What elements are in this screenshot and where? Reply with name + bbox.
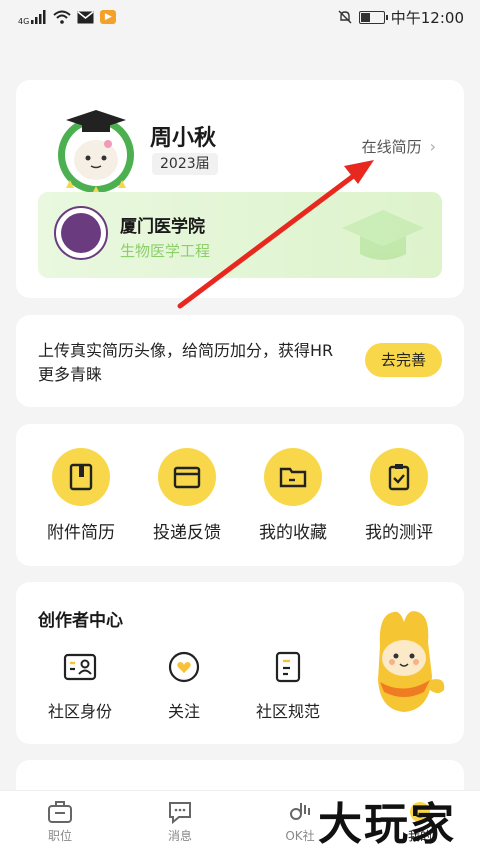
school-logo — [54, 206, 108, 260]
delivery-feedback-icon — [158, 448, 216, 506]
tool-label: 我的测评 — [365, 523, 433, 543]
creator-item-label: 社区身份 — [47, 702, 112, 721]
tool-my-favorites[interactable]: 我的收藏 — [243, 448, 343, 566]
complete-profile-button[interactable]: 去完善 — [364, 343, 442, 377]
clock: 中午12:00 — [390, 8, 464, 27]
briefcase-icon — [48, 801, 72, 823]
wifi-icon — [53, 10, 71, 24]
app-notification-icon: ▶ — [100, 10, 117, 24]
battery-icon — [358, 10, 388, 24]
mute-bell-icon — [338, 10, 352, 24]
creator-center-title: 创作者中心 — [38, 611, 123, 631]
nav-label: OK社 — [285, 829, 315, 843]
user-name: 周小秋 — [150, 126, 217, 151]
upload-photo-tip: 上传真实简历头像，给简历加分，获得HR更多青睐 — [38, 341, 334, 384]
graduation-year-badge: 2023届 — [152, 153, 218, 175]
id-card-icon — [63, 650, 97, 684]
signal-icon — [31, 10, 46, 24]
chat-icon — [169, 802, 191, 824]
mascot-illustration — [378, 611, 445, 712]
tool-my-assessment[interactable]: 我的测评 — [349, 448, 449, 566]
major-name: 生物医学工程 — [120, 242, 211, 260]
school-name: 厦门医学院 — [120, 217, 205, 237]
tool-label: 我的收藏 — [259, 523, 327, 543]
profile-card: 周小秋 2023届 在线简历 › 厦门医学院 生物医学工程 — [16, 80, 464, 298]
tool-label: 投递反馈 — [153, 523, 221, 543]
avatar[interactable] — [46, 100, 146, 200]
network-type: 4G — [18, 16, 30, 26]
nav-label: 职位 — [47, 829, 72, 843]
community-identity-item[interactable]: 社区身份 — [32, 650, 128, 722]
creator-center-card: 创作者中心 社区身份 关注 社区规范 — [16, 582, 464, 744]
mail-icon — [77, 10, 94, 23]
ok-hand-icon — [290, 803, 310, 820]
nav-label: 消息 — [167, 829, 192, 843]
nav-messages[interactable]: 消息 — [120, 791, 240, 853]
document-icon — [271, 650, 305, 684]
graduation-cap-icon — [342, 210, 424, 260]
nav-jobs[interactable]: 职位 — [0, 791, 120, 853]
folder-icon — [264, 448, 322, 506]
heart-icon — [167, 650, 201, 684]
follow-item[interactable]: 关注 — [136, 650, 232, 722]
attachment-resume-icon — [52, 448, 110, 506]
watermark-text: 大玩家 — [318, 799, 456, 850]
online-resume-label: 在线简历 — [361, 138, 422, 156]
clipboard-check-icon — [370, 448, 428, 506]
community-rules-item[interactable]: 社区规范 — [240, 650, 336, 722]
creator-item-label: 关注 — [167, 702, 200, 721]
tool-label: 附件简历 — [47, 523, 115, 543]
online-resume-link[interactable]: 在线简历 › — [362, 136, 436, 157]
school-info[interactable]: 厦门医学院 生物医学工程 — [38, 192, 442, 278]
tool-delivery-feedback[interactable]: 投递反馈 — [137, 448, 237, 566]
creator-item-label: 社区规范 — [255, 702, 320, 721]
status-bar: 4G ▶ 中午12:00 — [0, 0, 480, 34]
tool-attachment-resume[interactable]: 附件简历 — [31, 448, 131, 566]
tools-card: 附件简历 投递反馈 我的收藏 我的测评 — [16, 424, 464, 566]
chevron-right-icon: › — [429, 137, 436, 156]
upload-photo-card: 上传真实简历头像，给简历加分，获得HR更多青睐 去完善 — [16, 315, 464, 407]
